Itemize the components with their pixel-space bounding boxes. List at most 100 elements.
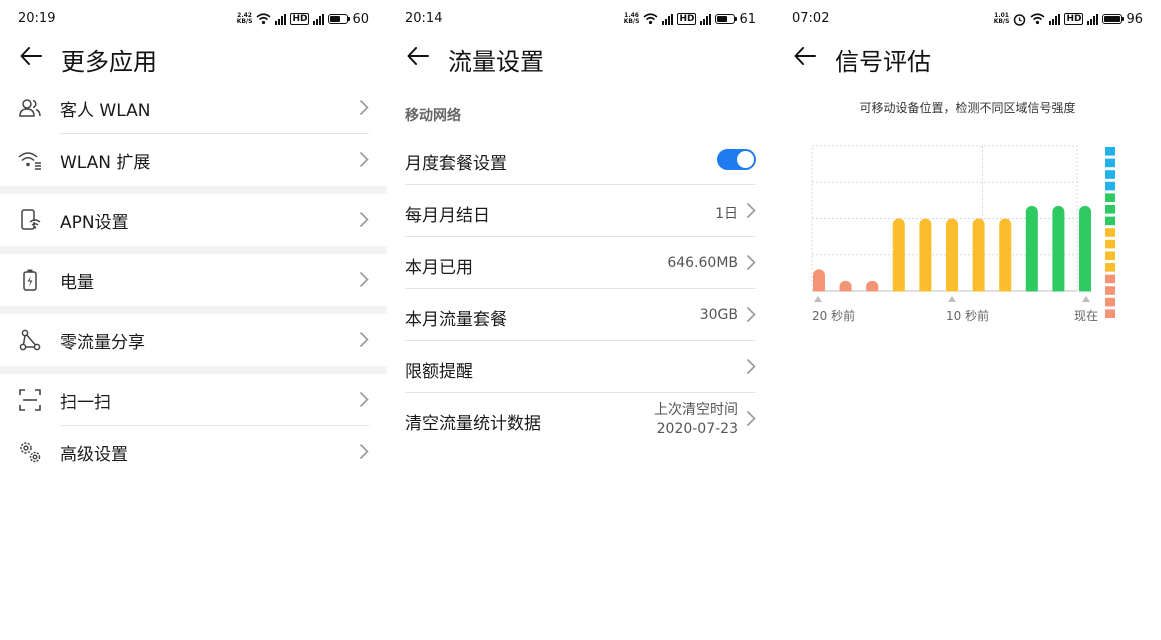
setting-value: 646.60MB xyxy=(667,255,738,271)
menu-item-wlan-extend[interactable]: WLAN 扩展 xyxy=(0,134,387,186)
last-cleared-label: 上次清空时间 xyxy=(654,402,738,418)
page-title: 更多应用 xyxy=(61,48,157,76)
signal-scale-swatch xyxy=(1105,286,1115,295)
signal-bar xyxy=(1052,205,1065,292)
back-arrow-icon[interactable] xyxy=(16,41,46,71)
chevron-right-icon xyxy=(746,410,756,431)
signal-strength-chart: 20 秒前 10 秒前 现在 xyxy=(811,145,1115,323)
data-settings-list: 月度套餐设置 每月月结日 1日 本月已用 646.60MB 本月流量套餐 30G… xyxy=(387,133,774,445)
signal-bar-base xyxy=(1079,285,1091,292)
menu-item-zero-data-share[interactable]: 零流量分享 xyxy=(0,314,387,366)
network-speed: 1.46 KB/S xyxy=(624,13,640,25)
setting-label: 月度套餐设置 xyxy=(405,154,507,174)
battery-icon xyxy=(328,14,351,24)
battery-fill xyxy=(330,16,341,22)
menu-item-advanced-settings[interactable]: 高级设置 xyxy=(0,426,387,478)
signal-icon xyxy=(313,13,325,25)
signal-bar xyxy=(1079,205,1091,292)
setting-monthly-data-plan[interactable]: 本月流量套餐 30GB xyxy=(387,289,774,341)
status-bar: 20:19 2.42 KB/S HD 60 xyxy=(0,0,387,38)
status-icons: 1.01 KB/S HD 96 xyxy=(994,11,1143,27)
chevron-right-icon xyxy=(359,151,369,172)
gears-icon xyxy=(18,440,42,464)
share-nodes-icon xyxy=(18,328,42,352)
chevron-right-icon xyxy=(746,202,756,223)
menu-item-apn[interactable]: APN设置 xyxy=(0,194,387,246)
signal-hint-text: 可移动设备位置，检测不同区域信号强度 xyxy=(859,101,1076,115)
signal-scale-swatch xyxy=(1105,216,1115,226)
signal-scale-swatch xyxy=(1105,239,1115,249)
page-title: 信号评估 xyxy=(835,48,931,76)
speed-unit: KB/S xyxy=(236,18,253,25)
setting-value: 1日 xyxy=(715,206,738,222)
status-icons: 2.42 KB/S HD 60 xyxy=(237,11,369,27)
menu-item-label: 零流量分享 xyxy=(60,332,145,353)
battery-percent: 61 xyxy=(739,11,756,27)
menu-item-battery[interactable]: 电量 xyxy=(0,254,387,306)
setting-clear-data-stats[interactable]: 清空流量统计数据 上次清空时间 2020-07-23 xyxy=(387,393,774,445)
last-cleared-info: 上次清空时间 2020-07-23 xyxy=(654,401,738,439)
toggle-knob xyxy=(737,151,754,168)
signal-bar xyxy=(972,218,985,292)
chevron-right-icon xyxy=(746,306,756,327)
back-arrow-icon[interactable] xyxy=(790,41,820,71)
signal-bar-base xyxy=(892,285,905,292)
setting-value: 30GB xyxy=(699,307,738,323)
setting-label: 限额提醒 xyxy=(405,362,473,382)
scan-icon xyxy=(18,388,42,412)
signal-bar-base xyxy=(946,285,958,292)
chevron-right-icon xyxy=(359,391,369,412)
setting-label: 每月月结日 xyxy=(405,206,490,226)
signal-bar xyxy=(1025,205,1038,292)
battery-icon xyxy=(715,14,738,24)
battery-icon xyxy=(1102,14,1125,24)
battery-percent: 96 xyxy=(1126,11,1143,27)
app-header: 更多应用 xyxy=(0,38,387,76)
menu-item-scan[interactable]: 扫一扫 xyxy=(0,374,387,426)
last-cleared-date: 2020-07-23 xyxy=(656,421,738,437)
signal-bar xyxy=(946,218,958,292)
wifi-extend-icon xyxy=(18,148,42,172)
monthly-plan-toggle[interactable] xyxy=(717,149,756,170)
status-time: 07:02 xyxy=(792,11,830,26)
battery-charge-icon xyxy=(18,268,42,292)
status-time: 20:19 xyxy=(18,11,56,26)
signal-bar xyxy=(892,218,905,292)
speed-unit: KB/S xyxy=(623,18,640,25)
signal-scale-swatch xyxy=(1105,309,1115,318)
signal-bar-base xyxy=(919,285,932,292)
battery-fill xyxy=(717,16,728,22)
x-tick-label: 现在 xyxy=(1074,309,1098,323)
status-time: 20:14 xyxy=(405,11,443,26)
section-divider xyxy=(0,246,387,254)
setting-monthly-plan[interactable]: 月度套餐设置 xyxy=(387,133,774,185)
signal-scale-swatch xyxy=(1105,181,1115,191)
chevron-right-icon xyxy=(359,331,369,352)
back-arrow-icon[interactable] xyxy=(403,41,433,71)
x-tick-label: 20 秒前 xyxy=(812,308,855,323)
signal-bar-base xyxy=(1025,285,1038,292)
wifi-icon xyxy=(1030,13,1045,25)
setting-label: 清空流量统计数据 xyxy=(405,414,541,434)
signal-scale-swatch xyxy=(1105,297,1115,307)
chevron-right-icon xyxy=(359,443,369,464)
status-icons: 1.46 KB/S HD 61 xyxy=(624,11,756,27)
signal-scale-swatch xyxy=(1105,170,1115,179)
signal-icon xyxy=(700,13,712,25)
menu-item-label: 扫一扫 xyxy=(60,392,111,413)
signal-bar-base xyxy=(839,285,852,292)
network-speed: 1.01 KB/S xyxy=(994,13,1010,25)
speed-unit: KB/S xyxy=(993,18,1010,25)
more-apps-screen: 20:19 2.42 KB/S HD 60 更多应用 客人 WLAN WLAN 扩… xyxy=(0,0,387,640)
setting-billing-day[interactable]: 每月月结日 1日 xyxy=(387,185,774,237)
menu-item-label: 电量 xyxy=(60,272,94,293)
menu-item-guest-wlan[interactable]: 客人 WLAN xyxy=(0,82,387,134)
hd-icon: HD xyxy=(290,13,310,25)
signal-bar xyxy=(999,218,1012,292)
app-header: 信号评估 xyxy=(774,38,1161,76)
chevron-right-icon xyxy=(746,358,756,379)
chevron-right-icon xyxy=(359,99,369,120)
setting-used-this-month[interactable]: 本月已用 646.60MB xyxy=(387,237,774,289)
setting-limit-reminder[interactable]: 限额提醒 xyxy=(387,341,774,393)
signal-icon xyxy=(275,13,287,25)
